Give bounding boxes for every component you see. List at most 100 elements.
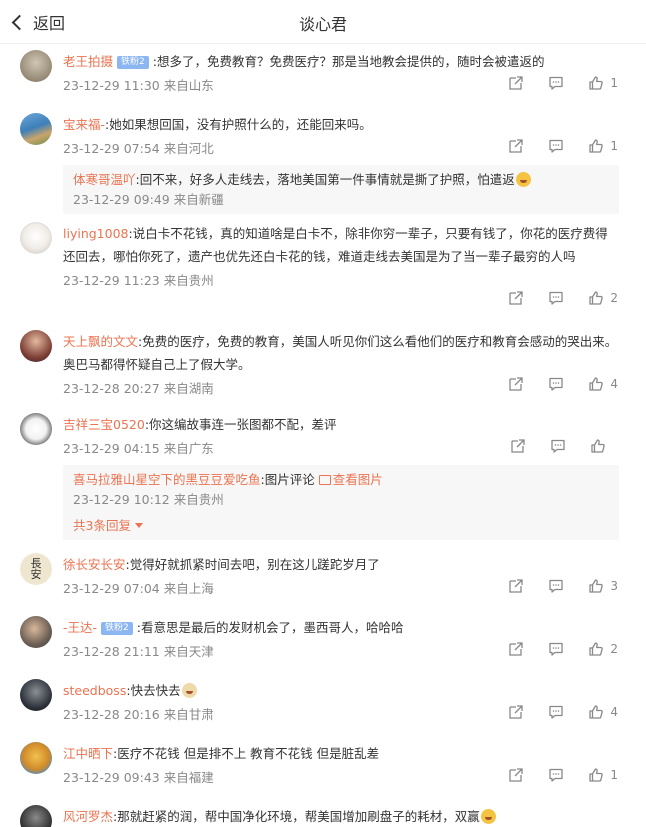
comment-content: 免费的医疗，免费的教育，美国人听见你们这么看他们的医疗和教育会感动的哭出来。奥巴… <box>63 334 618 372</box>
comment-icon <box>549 768 564 782</box>
page-title: 谈心君 <box>298 15 347 34</box>
comment-text: 风河罗杰:那就赶紧的润，帮中国净化环境，帮美国增加刷盘子的耗材，双赢 <box>63 805 619 827</box>
username-link[interactable]: -王达- <box>63 620 97 635</box>
comment-button[interactable] <box>548 376 564 392</box>
like-button[interactable]: 3 <box>588 578 618 594</box>
avatar[interactable] <box>20 805 52 827</box>
comment-text: steedboss:快去快去 <box>63 679 619 702</box>
comment-content: 看意思是最后的发财机会了，墨西哥人，哈哈哈 <box>140 620 404 635</box>
like-count: 4 <box>610 377 618 391</box>
like-count: 2 <box>610 291 618 305</box>
reply-username-link[interactable]: 体寒哥温吖 <box>73 172 136 187</box>
share-button[interactable] <box>510 438 526 454</box>
comment-icon <box>549 642 564 656</box>
like-icon <box>589 642 604 656</box>
like-button[interactable]: 2 <box>588 290 618 306</box>
avatar[interactable] <box>20 742 52 774</box>
username-link[interactable]: 宝来福- <box>63 117 105 132</box>
comment-button[interactable] <box>548 138 564 154</box>
like-icon <box>589 76 604 90</box>
username-link[interactable]: 老王拍摄 <box>63 54 113 69</box>
like-button[interactable]: 4 <box>588 704 618 720</box>
more-replies-label: 共3条回复 <box>73 518 131 533</box>
view-picture-link[interactable]: 查看图片 <box>333 472 383 487</box>
username-link[interactable]: steedboss <box>63 683 126 698</box>
comment-text: -王达- 铁粉2:看意思是最后的发财机会了，墨西哥人，哈哈哈 <box>63 620 404 635</box>
laugh-emoji-icon <box>515 172 531 187</box>
comment-actions: 1 <box>484 138 618 154</box>
share-icon <box>511 439 525 453</box>
share-icon <box>509 705 524 719</box>
username-link[interactable]: 江中晒下 <box>63 746 113 761</box>
share-button[interactable] <box>508 578 524 594</box>
share-button[interactable] <box>508 75 524 91</box>
username-link[interactable]: 天上飘的文文 <box>63 334 138 349</box>
comment-button[interactable] <box>548 75 564 91</box>
like-button[interactable]: 1 <box>588 767 618 783</box>
comment-button[interactable] <box>548 641 564 657</box>
comment-icon <box>549 377 564 391</box>
avatar[interactable] <box>20 616 52 648</box>
share-button[interactable] <box>508 290 524 306</box>
like-icon <box>589 579 604 593</box>
comment-text: 江中晒下:医疗不花钱 但是排不上 教育不花钱 但是脏乱差 <box>63 746 380 761</box>
avatar[interactable] <box>20 113 52 145</box>
like-icon <box>589 705 604 719</box>
avatar[interactable]: 長安 <box>20 553 52 585</box>
cat-emoji-icon <box>181 683 197 698</box>
comment-text: 徐长安长安:觉得好就抓紧时间去吧，别在这儿蹉跎岁月了 <box>63 557 380 572</box>
comment-text: 老王拍摄 铁粉2:想多了，免费教育？免费医疗？那是当地教会提供的，随时会被遣返的 <box>63 54 545 69</box>
share-icon <box>509 139 524 153</box>
share-icon <box>509 642 524 656</box>
like-icon <box>589 768 604 782</box>
share-button[interactable] <box>508 376 524 392</box>
share-button[interactable] <box>508 704 524 720</box>
avatar[interactable] <box>20 330 52 362</box>
fan-badge: 铁粉2 <box>101 622 133 635</box>
share-icon <box>509 768 524 782</box>
share-icon <box>509 76 524 90</box>
share-button[interactable] <box>508 767 524 783</box>
username-link[interactable]: liying1008 <box>63 226 129 241</box>
username-link[interactable]: 徐长安长安 <box>63 557 126 572</box>
comment-actions: 1 <box>484 75 618 91</box>
reply-meta: 23-12-29 09:49 来自新疆 <box>73 192 224 207</box>
reply-content: 回不来，好多人走线去，落地美国第一件事情就是撕了护照，怕遣返 <box>139 172 515 187</box>
like-button[interactable]: 2 <box>588 641 618 657</box>
caret-down-icon <box>134 523 143 528</box>
comment-content: 觉得好就抓紧时间去吧，别在这儿蹉跎岁月了 <box>129 557 380 572</box>
comment-icon <box>549 579 564 593</box>
like-button[interactable]: 4 <box>588 376 618 392</box>
avatar[interactable] <box>20 50 52 82</box>
like-count: 3 <box>610 579 618 593</box>
avatar[interactable] <box>20 679 52 711</box>
reply-username-link[interactable]: 喜马拉雅山星空下的黑豆豆爱吃鱼 <box>73 472 261 487</box>
like-icon <box>589 291 604 305</box>
username-link[interactable]: 风河罗杰 <box>63 809 113 824</box>
avatar[interactable] <box>20 413 52 445</box>
comment-button[interactable] <box>548 578 564 594</box>
comment-content: 她如果想回国，没有护照什么的，还能回来吗。 <box>109 117 372 132</box>
reply-content: 图片评论 <box>264 472 315 487</box>
share-button[interactable] <box>508 641 524 657</box>
comment-button[interactable] <box>548 704 564 720</box>
comment-button[interactable] <box>550 438 566 454</box>
username-link[interactable]: 吉祥三宝0520 <box>63 417 145 432</box>
comment-actions <box>486 438 618 454</box>
comment-button[interactable] <box>548 290 564 306</box>
share-icon <box>509 377 524 391</box>
comment-text: liying1008:说白卡不花钱，真的知道啥是白卡不，除非你穷一辈子，只要有钱… <box>63 226 608 264</box>
comment-content: 快去快去 <box>130 683 181 698</box>
more-replies-link[interactable]: 共3条回复 <box>73 510 609 536</box>
fan-badge: 铁粉2 <box>117 56 149 69</box>
reply-text: 喜马拉雅山星空下的黑豆豆爱吃鱼:图片评论 查看图片 <box>73 472 383 487</box>
like-button[interactable]: 1 <box>588 75 618 91</box>
comment-meta: 23-12-29 11:23 来自贵州 <box>63 273 214 288</box>
comment-content: 说白卡不花钱，真的知道啥是白卡不，除非你穷一辈子，只要有钱了，你花的医疗费得还回… <box>63 226 608 264</box>
like-button[interactable] <box>590 438 618 454</box>
avatar[interactable] <box>20 222 52 254</box>
share-button[interactable] <box>508 138 524 154</box>
comment-button[interactable] <box>548 767 564 783</box>
like-button[interactable]: 1 <box>588 138 618 154</box>
comment-text: 吉祥三宝0520:你这编故事连一张图都不配，差评 <box>63 417 337 432</box>
